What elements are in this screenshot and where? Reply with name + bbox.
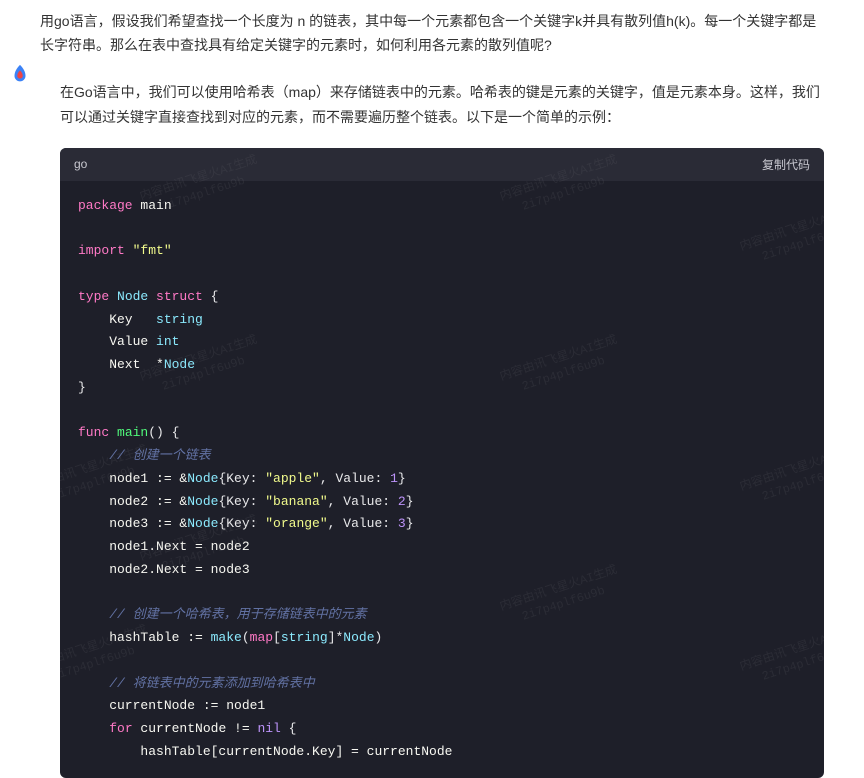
code-body[interactable]: package main import "fmt" type Node stru… — [60, 181, 824, 778]
user-question: 用go语言，假设我们希望查找一个长度为 n 的链表，其中每一个元素都包含一个关键… — [0, 0, 864, 68]
assistant-response: 在Go语言中，我们可以使用哈希表（map）来存储链表中的元素。哈希表的键是元素的… — [0, 80, 864, 130]
copy-code-button[interactable]: 复制代码 — [762, 156, 810, 173]
code-block: go 复制代码 package main import "fmt" type N… — [60, 148, 824, 778]
flame-icon — [9, 63, 31, 85]
response-intro-text: 在Go语言中，我们可以使用哈希表（map）来存储链表中的元素。哈希表的键是元素的… — [60, 80, 824, 130]
question-text: 用go语言，假设我们希望查找一个长度为 n 的链表，其中每一个元素都包含一个关键… — [40, 13, 816, 53]
assistant-avatar — [8, 62, 32, 86]
code-language-label: go — [74, 157, 87, 171]
code-header: go 复制代码 — [60, 148, 824, 181]
